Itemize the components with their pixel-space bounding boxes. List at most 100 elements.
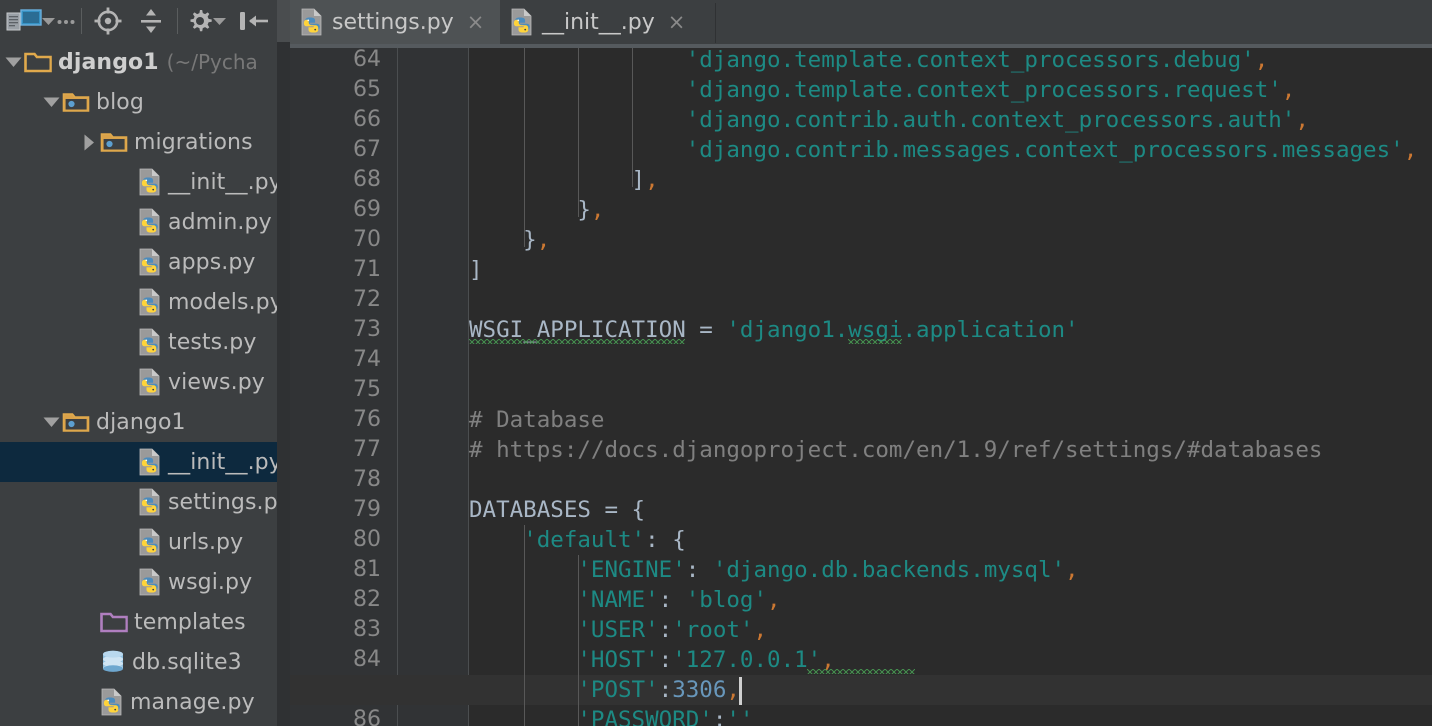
tree-item-django1[interactable]: django1 (~/Pycha (0, 42, 277, 82)
python-file-icon (138, 328, 162, 356)
folder-template-icon (100, 610, 128, 634)
indent-guide (578, 48, 579, 217)
tree-item-label: models.py (168, 289, 277, 315)
code-token: ] (469, 257, 483, 283)
tree-item-init-py[interactable]: __init__.py (0, 442, 277, 482)
code-line: DATABASES = { (469, 495, 645, 525)
code-token: } (469, 197, 591, 223)
tree-item-admin-py[interactable]: admin.py (0, 202, 277, 242)
tree-item-templates[interactable]: templates (0, 602, 277, 642)
editor-tab-init-py[interactable]: __init__.py × (500, 0, 715, 44)
line-number: 69 (353, 197, 381, 222)
chevron-down-icon[interactable] (40, 96, 62, 108)
indent-guide (524, 48, 525, 247)
folder-module-icon (100, 130, 128, 154)
line-number: 67 (353, 137, 381, 162)
close-icon[interactable]: × (464, 10, 488, 35)
code-token: , (1065, 557, 1079, 583)
tree-item-label: django1 (96, 409, 186, 435)
tree-item-label: apps.py (168, 249, 256, 275)
line-number: 71 (353, 257, 381, 282)
annotation-gutter[interactable] (398, 48, 468, 726)
code-token: , (590, 197, 605, 223)
code-line: 'ENGINE': 'django.db.backends.mysql', (469, 555, 1079, 585)
code-line: ], (469, 165, 659, 195)
project-tree[interactable]: django1 (~/Pycha blog migrations __init__… (0, 42, 277, 726)
tree-item-init-py[interactable]: __init__.py (0, 162, 277, 202)
editor-tab-label: __init__.py (542, 9, 655, 35)
code-line: 'django.contrib.auth.context_processors.… (469, 105, 1309, 135)
code-token: } (469, 227, 537, 253)
python-file-icon (138, 208, 162, 236)
code-token: , (767, 587, 781, 613)
python-file-icon (510, 8, 534, 36)
code-token: 'root' (672, 617, 754, 643)
code-token: 'django.contrib.messages.context_process… (685, 137, 1404, 163)
project-toolbar (0, 0, 277, 42)
code-token: # https://docs.djangoproject.com/en/1.9/… (469, 437, 1323, 463)
tree-item-manage-py[interactable]: manage.py (0, 682, 277, 722)
code-token: , (726, 677, 740, 703)
database-icon (100, 649, 126, 675)
tree-item-blog[interactable]: blog (0, 82, 277, 122)
folder-module-icon (62, 90, 90, 114)
tree-item-models-py[interactable]: models.py (0, 282, 277, 322)
tree-item-label: views.py (168, 369, 265, 395)
tree-item-views-py[interactable]: views.py (0, 362, 277, 402)
tree-item-label: migrations (134, 129, 253, 155)
code-token: : (658, 587, 686, 613)
ellipsis-icon[interactable] (56, 0, 76, 42)
line-number-gutter: 64 65 66 67 68 69 70 71 72 73 74 75 76 77 78 79 80 81 82 83… (290, 48, 397, 726)
close-icon[interactable]: × (665, 10, 689, 35)
code-token: , (1281, 77, 1296, 103)
tree-item-urls-py[interactable]: urls.py (0, 522, 277, 562)
tree-item-apps-py[interactable]: apps.py (0, 242, 277, 282)
line-number: 80 (353, 527, 381, 552)
tree-item-wsgi-py[interactable]: wsgi.py (0, 562, 277, 602)
code-editor[interactable]: 64 65 66 67 68 69 70 71 72 73 74 75 76 77 78 79 80 81 82 83… (290, 48, 1432, 726)
python-file-icon (138, 168, 162, 196)
code-line: 'django.template.context_processors.requ… (469, 75, 1296, 105)
panel-divider[interactable] (277, 0, 290, 726)
line-number: 68 (353, 167, 381, 192)
tree-item-tests-py[interactable]: tests.py (0, 322, 277, 362)
code-token: : { (645, 527, 686, 553)
tree-item-public-pem[interactable]: public.pem (0, 722, 277, 726)
code-text-area[interactable]: 'django.template.context_processors.debu… (290, 48, 1432, 726)
pycharm-window: django1 (~/Pycha blog migrations __init__… (0, 0, 1432, 726)
editor-tab-bar: settings.py × __init__.py × (290, 0, 1432, 44)
line-number: 78 (353, 467, 381, 492)
tree-item-settings-py[interactable]: settings.py (0, 482, 277, 522)
code-token: 'HOST' (577, 647, 659, 673)
code-line: # https://docs.djangoproject.com/en/1.9/… (469, 435, 1322, 465)
python-file-icon (138, 248, 162, 276)
tree-item-label: __init__.py (168, 169, 277, 195)
scroll-from-source-icon[interactable] (86, 0, 130, 42)
tree-item-path-hint: (~/Pycha (166, 50, 258, 74)
tree-item-django1[interactable]: django1 (0, 402, 277, 442)
tree-item-label: urls.py (168, 529, 244, 555)
editor-tab-settings-py[interactable]: settings.py × (290, 0, 500, 44)
tree-item-migrations[interactable]: migrations (0, 122, 277, 162)
code-token: 'blog' (685, 587, 768, 613)
code-line: 'django.contrib.messages.context_process… (469, 135, 1418, 165)
tree-item-db-sqlite3[interactable]: db.sqlite3 (0, 642, 277, 682)
hide-panel-icon[interactable] (232, 0, 278, 42)
collapse-all-icon[interactable] (130, 0, 174, 42)
folder-plain-icon (24, 50, 52, 74)
chevron-right-icon[interactable] (78, 134, 100, 151)
gear-chevron-down-icon[interactable] (212, 0, 228, 42)
python-file-icon (300, 8, 324, 36)
code-token: '' (726, 707, 754, 726)
tree-item-label: templates (134, 609, 246, 635)
code-line: 'POST':3306, (469, 675, 740, 705)
line-number: 65 (353, 77, 381, 102)
code-line: }, (469, 225, 550, 255)
spellcheck-squiggle (848, 339, 902, 344)
python-file-icon (138, 528, 162, 556)
line-number: 77 (353, 437, 381, 462)
chevron-down-icon[interactable] (2, 56, 24, 68)
chevron-down-icon[interactable] (41, 0, 55, 42)
chevron-down-icon[interactable] (40, 416, 62, 428)
